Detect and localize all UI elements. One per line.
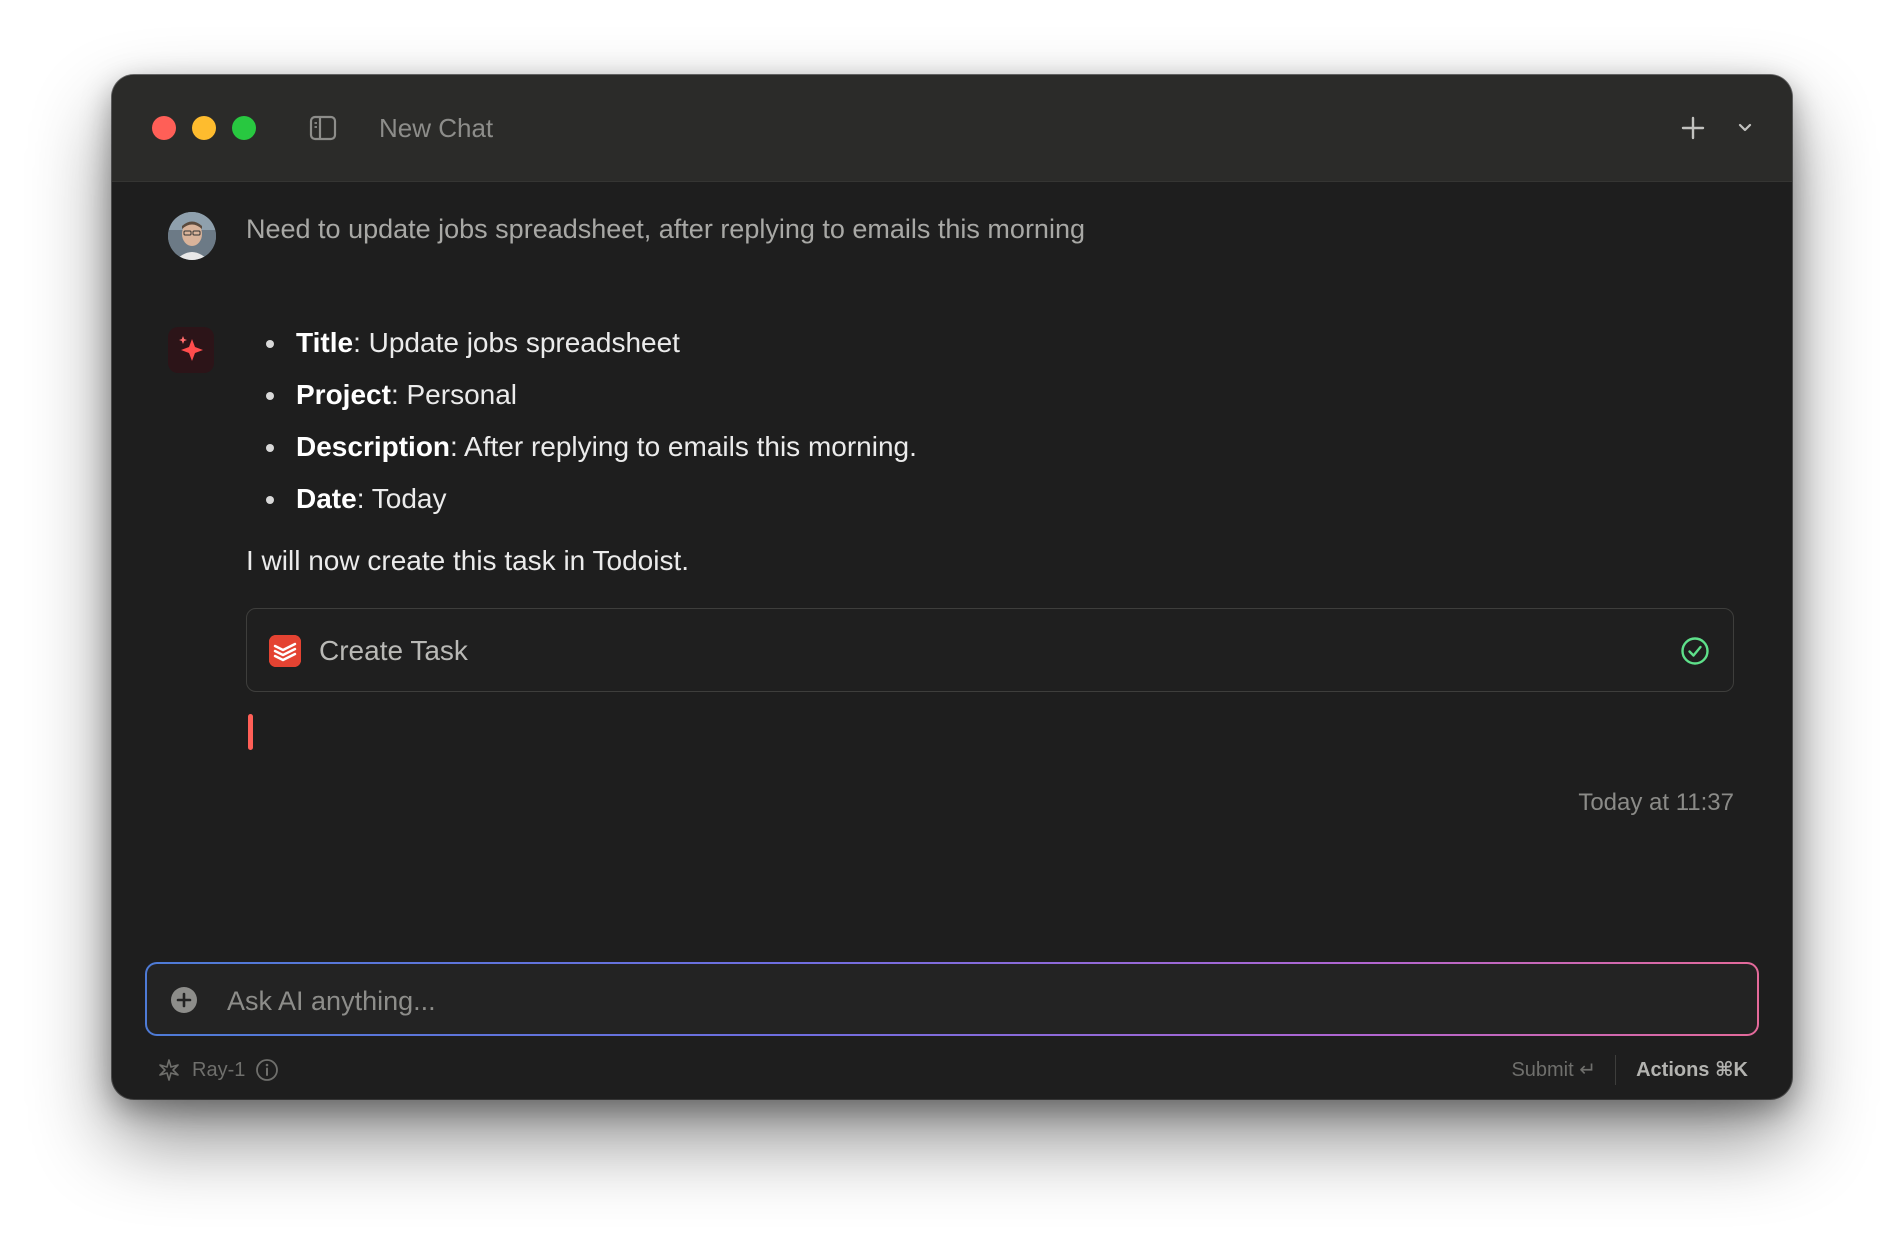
chat-window: New Chat Need to update jobs spreadsheet…	[112, 75, 1792, 1099]
submit-button[interactable]: Submit ↵	[1511, 1057, 1596, 1083]
close-window-button[interactable]	[152, 116, 176, 140]
sparkle-icon	[168, 327, 214, 373]
chat-thread: Need to update jobs spreadsheet, after r…	[112, 182, 1792, 1042]
field-key: Project	[296, 379, 391, 410]
zoom-window-button[interactable]	[232, 116, 256, 140]
ray-icon[interactable]	[156, 1057, 182, 1083]
check-circle-icon	[1679, 635, 1711, 667]
list-item: Description: After replying to emails th…	[246, 428, 917, 480]
ai-statement: I will now create this task in Todoist.	[246, 545, 690, 576]
field-key: Description	[296, 431, 451, 462]
streaming-cursor	[248, 714, 253, 750]
list-item: Title: Update jobs spreadsheet	[246, 324, 917, 376]
list-item: Date: Today	[246, 480, 917, 532]
composer-inner	[147, 964, 1757, 1034]
field-value: Update jobs spreadsheet	[368, 327, 680, 358]
window-title: New Chat	[379, 113, 494, 143]
plus-circle-icon[interactable]	[169, 985, 199, 1015]
field-value: Personal	[406, 379, 518, 410]
field-value: Today	[371, 483, 447, 514]
user-message: Need to update jobs spreadsheet, after r…	[246, 214, 1085, 244]
footer-divider	[1615, 1055, 1616, 1085]
new-chat-plus-icon[interactable]	[1678, 113, 1708, 143]
info-icon[interactable]	[254, 1057, 280, 1083]
field-value: After replying to emails this morning.	[464, 431, 917, 462]
status-footer: Ray-1 Submit ↵ Actions ⌘K	[112, 1045, 1792, 1095]
todoist-icon	[269, 635, 301, 667]
chevron-down-icon[interactable]	[1734, 117, 1756, 139]
ask-ai-input[interactable]	[225, 978, 1629, 1024]
desktop-background: New Chat Need to update jobs spreadsheet…	[0, 0, 1904, 1248]
task-fields-list: Title: Update jobs spreadsheet Project: …	[246, 324, 917, 532]
composer	[145, 962, 1759, 1036]
message-timestamp: Today at 11:37	[1578, 789, 1734, 816]
actions-button[interactable]: Actions ⌘K	[1636, 1057, 1748, 1083]
field-key: Title	[296, 327, 354, 358]
user-avatar	[168, 212, 216, 260]
field-key: Date	[296, 483, 357, 514]
minimize-window-button[interactable]	[192, 116, 216, 140]
model-name[interactable]: Ray-1	[192, 1057, 245, 1083]
sidebar-toggle-icon[interactable]	[308, 113, 338, 143]
title-bar: New Chat	[112, 75, 1792, 182]
tool-call-label: Create Task	[319, 635, 468, 666]
list-item: Project: Personal	[246, 376, 917, 428]
create-task-tool-card[interactable]: Create Task	[246, 608, 1734, 692]
